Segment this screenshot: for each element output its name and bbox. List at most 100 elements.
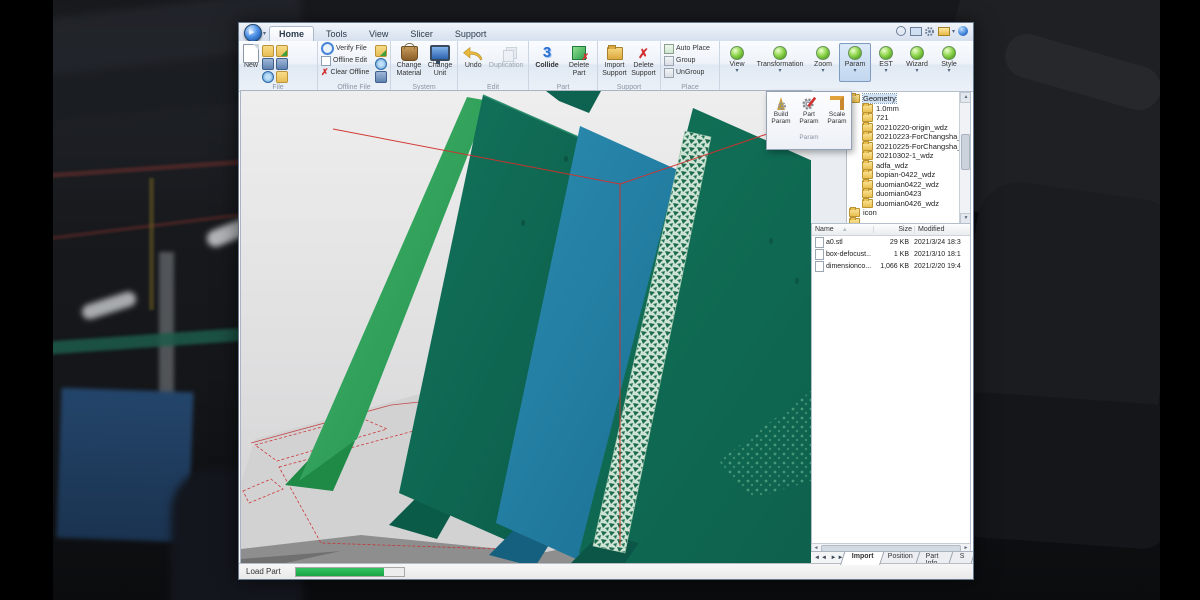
recent-files-icon[interactable] [262, 71, 274, 83]
file-modified: 2021/2/20 19:4 [911, 263, 970, 270]
zoom-orb-icon [816, 46, 830, 60]
undo-icon [463, 46, 483, 61]
group-label-offline: Offline File [318, 84, 390, 91]
collide-button[interactable]: 3 Collide [532, 43, 562, 71]
tab-home[interactable]: Home [269, 26, 314, 41]
file-size: 29 KB [871, 239, 911, 246]
param-dropdown-button[interactable]: Param ▾ [839, 43, 871, 82]
scale-param-button[interactable]: Scale Param [825, 95, 850, 134]
column-size[interactable]: Size [874, 226, 915, 233]
change-material-button[interactable]: Change Material [394, 43, 424, 78]
style-dropdown-button[interactable]: Style ▾ [934, 43, 964, 82]
offline-edit-checkbox[interactable]: Offline Edit [321, 55, 373, 66]
tab-support[interactable]: Support [445, 26, 497, 41]
ungroup-button[interactable]: UnGroup [664, 67, 716, 78]
ribbon-group-system: Change Material Change Unit System [391, 41, 458, 91]
duplication-icon [499, 47, 513, 60]
scroll-up-icon[interactable]: ▲ [960, 92, 971, 103]
file-list-header: Name ▲ Size Modified [812, 224, 970, 236]
save-as-icon[interactable] [276, 58, 288, 70]
group-label-part: Part [529, 84, 597, 91]
file-size: 1,066 KB [871, 263, 911, 270]
delete-part-button[interactable]: ✗ Delete Part [564, 43, 594, 78]
tab-view[interactable]: View [359, 26, 398, 41]
file-row[interactable]: box-defocust... 1 KB 2021/3/10 18:1 [812, 248, 970, 260]
file-name: box-defocust... [826, 251, 871, 258]
transformation-dropdown-button[interactable]: Transformation ▾ [753, 43, 807, 82]
tree-item[interactable]: icon [849, 208, 958, 218]
wizard-dropdown-button[interactable]: Wizard ▾ [901, 43, 933, 82]
undo-button[interactable]: Undo [461, 43, 485, 71]
verify-file-button[interactable]: Verify File [321, 43, 373, 54]
change-material-icon [401, 46, 418, 61]
scale-param-label: Scale Param [825, 111, 850, 125]
wizard-caret-icon: ▾ [915, 69, 918, 73]
import-support-button[interactable]: Import Support [601, 43, 628, 78]
titlebar-icons: ▾ [896, 26, 969, 37]
save-icon[interactable] [262, 58, 274, 70]
gear-icon[interactable] [924, 26, 935, 37]
delete-support-button[interactable]: ✗ Delete Support [630, 43, 657, 78]
import-file-icon[interactable] [276, 45, 288, 57]
offline-sync-icon[interactable] [375, 58, 387, 70]
tab-slicer[interactable]: Slicer [400, 26, 443, 41]
tree-item-label: duomian0423 [876, 189, 921, 198]
new-button-label: New [244, 62, 258, 70]
change-unit-button[interactable]: Change Unit [426, 43, 454, 78]
duplication-button[interactable]: Duplication [487, 43, 525, 71]
part-param-button[interactable]: Part Param [797, 95, 822, 134]
tree-scrollbar[interactable]: ▲ ▼ [959, 92, 970, 224]
view-dropdown-label: View [729, 61, 744, 68]
transformation-dropdown-label: Transformation [757, 61, 804, 68]
skin-icon[interactable] [938, 27, 950, 36]
column-modified[interactable]: Modified [915, 226, 970, 233]
folder-icon [862, 199, 873, 208]
file-name: a0.stl [826, 239, 843, 246]
view-caret-icon: ▾ [735, 69, 738, 73]
file-row[interactable]: dimensionco... 1,066 KB 2021/2/20 19:4 [812, 260, 970, 272]
open-folder-icon[interactable] [262, 45, 274, 57]
import-support-label: Import Support [602, 62, 627, 77]
scrollbar-thumb[interactable] [961, 134, 970, 170]
file-icon [815, 237, 824, 248]
tab-import[interactable]: Import [840, 552, 884, 565]
tree-item-label: 721 [876, 113, 889, 122]
ribbon-group-file: New File [239, 41, 318, 91]
change-unit-icon [430, 45, 450, 61]
file-name: dimensionco... [826, 263, 871, 270]
sort-ascending-icon: ▲ [842, 227, 848, 233]
viewport-3d[interactable] [241, 91, 811, 564]
file-list-panel[interactable]: Name ▲ Size Modified a0.stl 29 KB 2021/3… [811, 223, 971, 545]
group-button[interactable]: Group [664, 55, 716, 66]
viewport-3d-scene[interactable] [241, 91, 811, 564]
offline-import-icon[interactable] [375, 45, 387, 57]
wizard-dropdown-label: Wizard [906, 61, 928, 68]
yellow-pipe [149, 178, 154, 310]
auto-place-icon [664, 44, 674, 54]
monitor-icon[interactable] [910, 27, 922, 36]
clear-offline-button[interactable]: ✗ Clear Offline [321, 67, 373, 78]
auto-place-label: Auto Place [676, 45, 710, 52]
ribbon-group-part: 3 Collide ✗ Delete Part Part [529, 41, 598, 91]
tree-item[interactable]: duomian0426_wdz [849, 199, 958, 209]
tab-tools[interactable]: Tools [316, 26, 357, 41]
about-icon[interactable] [958, 26, 968, 36]
view-dropdown-button[interactable]: View ▾ [722, 43, 752, 82]
auto-place-button[interactable]: Auto Place [664, 43, 716, 54]
app-menu-caret-icon[interactable]: ▾ [263, 30, 266, 37]
zoom-dropdown-button[interactable]: Zoom ▾ [808, 43, 838, 82]
file-icon [815, 261, 824, 272]
column-name[interactable]: Name ▲ [812, 226, 874, 233]
skin-caret-icon[interactable]: ▾ [952, 28, 955, 35]
new-button[interactable]: New [242, 43, 260, 71]
app-menu-orb-icon[interactable] [244, 24, 262, 42]
file-row[interactable]: a0.stl 29 KB 2021/3/24 18:3 [812, 236, 970, 248]
export-file-icon[interactable] [276, 71, 288, 83]
help-icon[interactable] [896, 26, 906, 36]
zoom-dropdown-label: Zoom [814, 61, 832, 68]
offline-save-icon[interactable] [375, 71, 387, 83]
build-param-button[interactable]: Build Param [769, 95, 794, 134]
tree-item-label: icon [863, 208, 877, 217]
folder-tree-panel[interactable]: Geometry 1.0mm 721 20210220-origin_wdz 2… [846, 91, 971, 225]
est-dropdown-button[interactable]: EST ▾ [872, 43, 900, 82]
